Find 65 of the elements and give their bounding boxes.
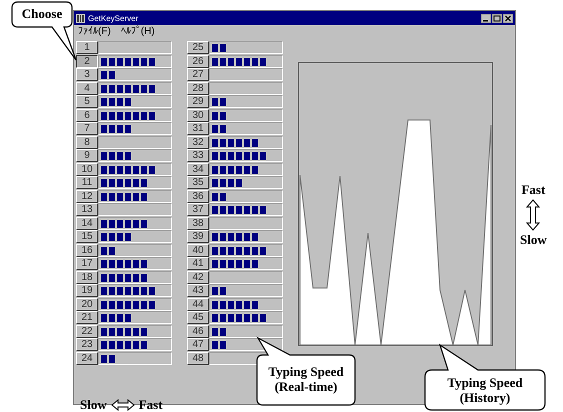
key-button[interactable]: 46 [187,324,209,338]
key-button[interactable]: 32 [187,136,209,148]
maximize-icon[interactable] [492,14,502,22]
key-button[interactable]: 6 [76,108,98,122]
key-button[interactable]: 13 [76,203,98,216]
app-icon [76,14,85,22]
key-button[interactable]: 15 [76,230,98,243]
scale-label: Fast [521,183,546,197]
key-button[interactable]: 40 [187,244,209,256]
callout-text: Typing Speed (Real-time) [267,364,345,394]
key-button[interactable]: 42 [187,270,209,284]
key-button[interactable]: 7 [76,122,98,135]
key-button[interactable]: 36 [187,190,209,202]
key-button[interactable]: 27 [187,68,209,81]
key-button[interactable]: 14 [76,216,98,230]
menu-item[interactable]: ﾌｧｲﾙ(F) [78,26,111,36]
double-arrow-icon [110,399,135,411]
key-button[interactable]: 3 [76,68,98,81]
key-button[interactable]: 9 [76,149,98,162]
key-button[interactable]: 24 [76,352,98,364]
scale-label: Slow [80,398,107,412]
callout-text: Typing Speed (History) [446,375,524,405]
key-button[interactable]: 31 [187,122,209,135]
key-button[interactable]: 4 [76,82,98,94]
key-button[interactable]: 26 [187,54,209,68]
key-button[interactable]: 5 [76,95,98,108]
key-button[interactable]: 45 [187,311,209,324]
close-icon[interactable] [503,14,513,22]
key-button[interactable]: 39 [187,230,209,243]
key-button[interactable]: 37 [187,203,209,216]
key-button[interactable]: 10 [76,162,98,176]
key-button[interactable]: 1 [76,41,98,54]
key-button[interactable]: 44 [187,298,209,310]
key-button[interactable]: 8 [76,136,98,148]
key-button[interactable]: 28 [187,82,209,94]
key-button[interactable]: 29 [187,95,209,108]
key-button[interactable]: 34 [187,162,209,176]
key-button[interactable]: 21 [76,311,98,324]
key-button[interactable]: 33 [187,149,209,162]
window-title: GetKeyServer [88,14,138,22]
key-button[interactable]: 38 [187,216,209,230]
key-button[interactable]: 18 [76,270,98,284]
scale-label: Slow [520,233,547,247]
minimize-icon[interactable] [481,14,491,22]
key-button[interactable]: 22 [76,324,98,338]
key-button[interactable]: 19 [76,284,98,297]
key-button[interactable]: 23 [76,338,98,351]
callout-bubble [11,1,77,61]
key-button[interactable]: 43 [187,284,209,297]
key-button[interactable]: 35 [187,176,209,189]
key-button[interactable]: 48 [187,352,209,364]
key-button[interactable]: 41 [187,257,209,270]
key-button[interactable]: 2 [76,54,98,68]
key-button[interactable]: 16 [76,244,98,256]
key-button[interactable]: 11 [76,176,98,189]
key-button[interactable]: 12 [76,190,98,202]
key-button[interactable]: 30 [187,108,209,122]
key-button[interactable]: 17 [76,257,98,270]
menu-item[interactable]: ﾍﾙﾌﾟ(H) [120,26,155,36]
key-button[interactable]: 47 [187,338,209,351]
scale-label: Fast [138,398,163,412]
callout-text: Choose [20,6,64,21]
key-button[interactable]: 20 [76,298,98,310]
double-arrow-icon [526,199,540,231]
key-button[interactable]: 25 [187,41,209,54]
